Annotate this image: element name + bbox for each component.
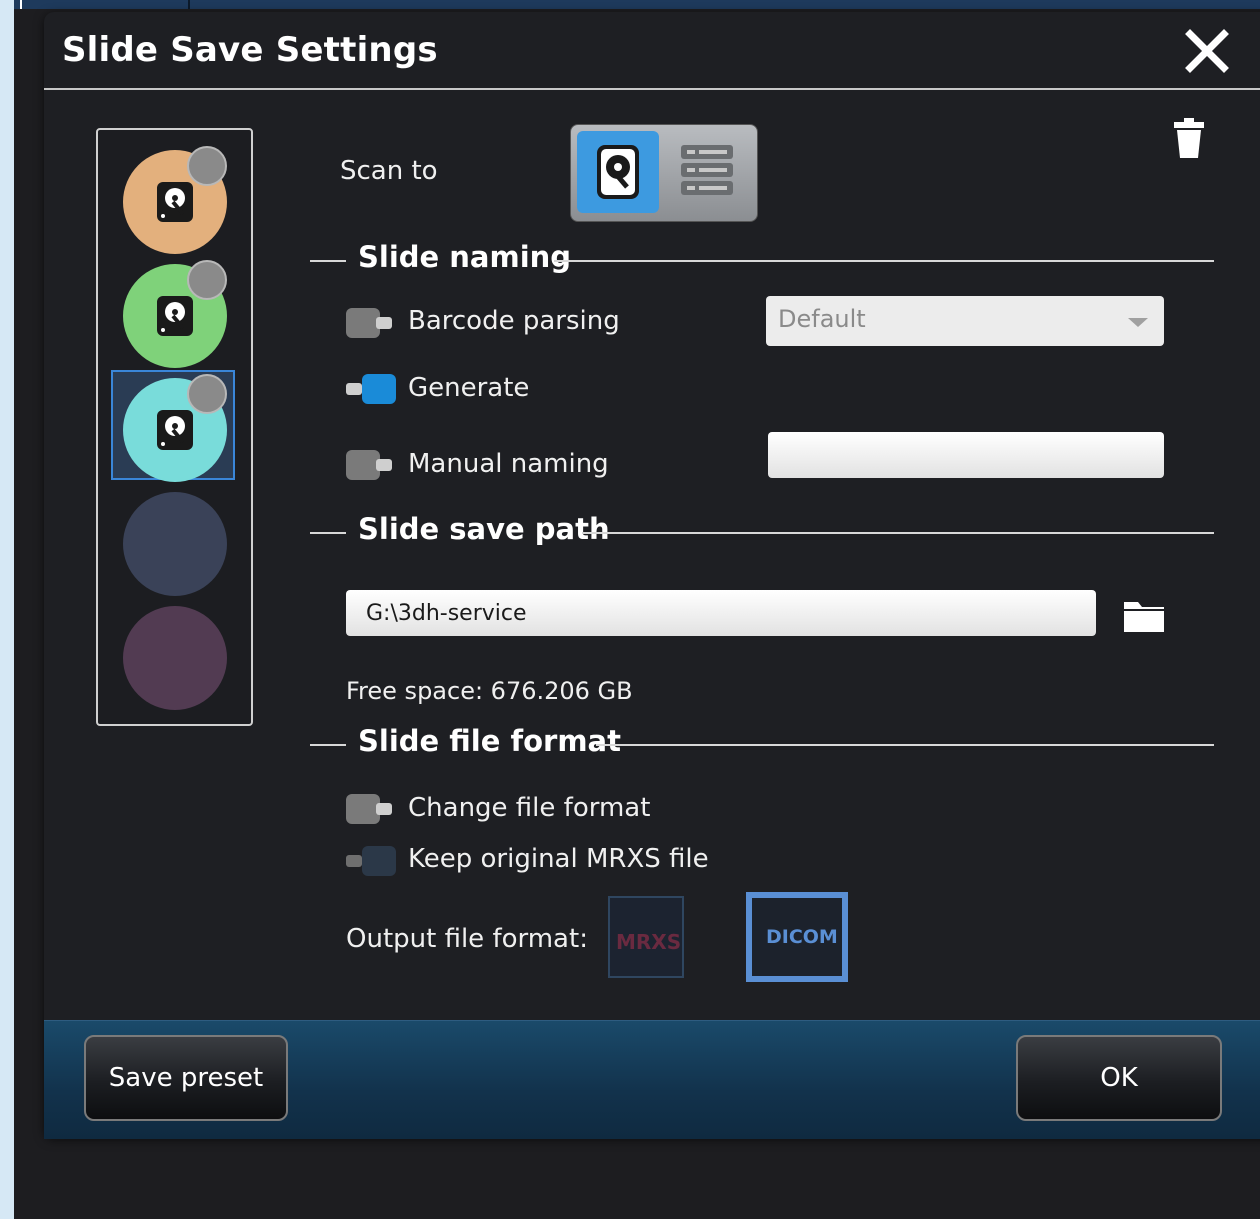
output-file-format-label: Output file format: bbox=[346, 924, 588, 954]
background-mark bbox=[20, 0, 22, 9]
background-window-edge bbox=[0, 0, 14, 1219]
slide-naming-section: Slide naming bbox=[310, 240, 1214, 280]
slide-save-path-section: Slide save path bbox=[310, 512, 1214, 552]
close-button[interactable] bbox=[1184, 28, 1230, 74]
browse-folder-button[interactable] bbox=[1122, 598, 1166, 634]
keep-original-label: Keep original MRXS file bbox=[408, 844, 709, 874]
format-option-label: MRXS bbox=[616, 930, 682, 954]
format-option-dicom[interactable]: DICOM bbox=[746, 892, 848, 982]
folder-icon bbox=[1124, 602, 1164, 632]
preset-badge bbox=[187, 374, 227, 414]
scan-to-toggle bbox=[570, 124, 758, 222]
barcode-parsing-dropdown[interactable]: Default bbox=[766, 296, 1164, 346]
change-file-format-toggle[interactable] bbox=[346, 794, 396, 824]
barcode-parsing-label: Barcode parsing bbox=[408, 306, 620, 336]
server-icon bbox=[681, 145, 733, 195]
section-rule bbox=[582, 532, 1214, 534]
preset-item-1[interactable] bbox=[123, 146, 227, 254]
scan-to-label: Scan to bbox=[340, 156, 438, 186]
title-separator bbox=[44, 88, 1260, 90]
trash-icon bbox=[1174, 118, 1204, 158]
close-icon bbox=[1185, 29, 1229, 73]
section-rule bbox=[310, 260, 346, 262]
slide-save-path-heading: Slide save path bbox=[358, 512, 610, 546]
format-option-label: DICOM bbox=[766, 926, 838, 948]
preset-badge bbox=[187, 146, 227, 186]
barcode-parsing-toggle[interactable] bbox=[346, 308, 396, 338]
dialog-title: Slide Save Settings bbox=[62, 30, 438, 70]
background-window-top bbox=[14, 0, 1260, 9]
hard-drive-icon bbox=[157, 182, 193, 222]
preset-list bbox=[96, 128, 253, 726]
ok-button[interactable]: OK bbox=[1016, 1035, 1222, 1121]
hard-drive-icon bbox=[157, 410, 193, 450]
hard-drive-icon bbox=[597, 145, 639, 199]
dialog-footer: Save preset OK bbox=[44, 1020, 1260, 1139]
preset-item-3[interactable] bbox=[123, 374, 227, 482]
background-divider bbox=[188, 0, 190, 9]
delete-preset-button[interactable] bbox=[1172, 116, 1206, 160]
dropdown-value: Default bbox=[778, 305, 866, 333]
preset-badge bbox=[187, 260, 227, 300]
manual-naming-label: Manual naming bbox=[408, 449, 609, 479]
hard-drive-icon bbox=[157, 296, 193, 336]
generate-toggle[interactable] bbox=[346, 374, 396, 404]
slide-file-format-heading: Slide file format bbox=[358, 724, 621, 758]
scan-to-server-button[interactable] bbox=[671, 135, 747, 211]
section-rule bbox=[310, 744, 346, 746]
scan-to-local-button[interactable] bbox=[577, 131, 659, 213]
generate-label: Generate bbox=[408, 373, 530, 403]
preset-item-2[interactable] bbox=[123, 260, 227, 368]
change-file-format-label: Change file format bbox=[408, 793, 651, 823]
chevron-down-icon bbox=[1128, 318, 1148, 327]
free-space-text: Free space: 676.206 GB bbox=[346, 677, 633, 705]
section-rule bbox=[310, 532, 346, 534]
manual-naming-input[interactable] bbox=[768, 432, 1164, 478]
manual-naming-toggle[interactable] bbox=[346, 450, 396, 480]
section-rule bbox=[596, 744, 1214, 746]
format-option-mrxs[interactable]: MRXS bbox=[608, 896, 684, 978]
section-rule bbox=[554, 260, 1214, 262]
save-preset-button[interactable]: Save preset bbox=[84, 1035, 288, 1121]
save-path-input[interactable] bbox=[346, 590, 1096, 636]
preset-item-4[interactable] bbox=[123, 492, 227, 596]
keep-original-toggle[interactable] bbox=[346, 846, 396, 876]
slide-naming-heading: Slide naming bbox=[358, 240, 572, 274]
preset-item-5[interactable] bbox=[123, 606, 227, 710]
slide-file-format-section: Slide file format bbox=[310, 724, 1214, 764]
slide-save-settings-dialog: Slide Save Settings Scan to Slide naming… bbox=[44, 12, 1260, 1139]
